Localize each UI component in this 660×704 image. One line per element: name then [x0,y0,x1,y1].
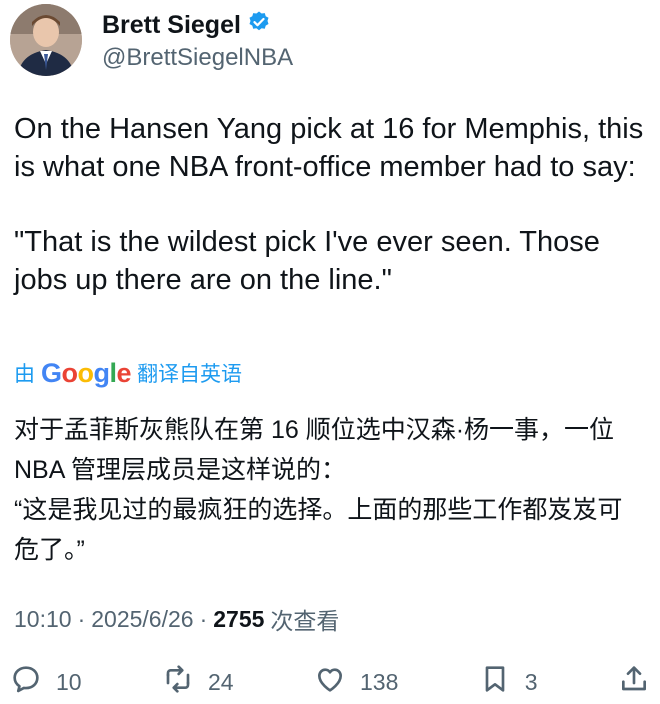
translation-attribution[interactable]: 由 Google 翻译自英语 [14,356,242,390]
tweet-date[interactable]: 2025/6/26 [91,606,193,633]
bookmark-icon [479,663,511,701]
action-bar: 10 24 138 3 [10,664,650,700]
bookmark-button[interactable]: 3 [479,663,538,701]
heart-icon [314,663,346,701]
translation-suffix: 翻译自英语 [137,363,243,386]
meta-separator: · [77,605,86,632]
repost-count: 24 [208,668,234,695]
like-button[interactable]: 138 [314,663,398,701]
author-handle[interactable]: @BrettSiegelNBA [102,44,293,72]
translated-line: 对于孟菲斯灰熊队在第 16 顺位选中汉森·杨一事，一位 [14,416,615,444]
repost-button[interactable]: 24 [162,663,234,701]
translated-text: 对于孟菲斯灰熊队在第 16 顺位选中汉森·杨一事，一位 NBA 管理层成员是这样… [14,410,650,570]
translated-line: 危了。” [14,536,85,564]
translated-line: “这是我见过的最疯狂的选择。上面的那些工作都岌岌可 [14,496,623,524]
share-button[interactable] [618,663,650,701]
translated-line: NBA 管理层成员是这样说的： [14,456,346,484]
avatar[interactable] [10,4,82,76]
tweet-header: Brett Siegel @BrettSiegelNBA [10,4,650,76]
tweet-time[interactable]: 10:10 [14,606,72,633]
tweet-paragraph: On the Hansen Yang pick at 16 for Memphi… [14,113,644,183]
reply-button[interactable]: 10 [10,663,82,701]
tweet-text: On the Hansen Yang pick at 16 for Memphi… [14,110,650,299]
bookmark-count: 3 [524,668,538,695]
tweet-meta: 10:10 · 2025/6/26 · 2755 次查看 [14,602,339,636]
views-count: 2755 [213,605,265,632]
tweet-quote-paragraph: "That is the wildest pick I've ever seen… [14,226,600,296]
views-label: 次查看 [270,608,340,634]
translation-prefix: 由 [14,363,35,386]
verified-badge-icon [247,10,271,41]
like-count: 138 [360,668,399,695]
google-logo: Google [41,357,132,388]
reply-count: 10 [56,668,82,695]
reply-icon [10,663,42,701]
repost-icon [162,663,194,701]
author-name[interactable]: Brett Siegel [102,11,241,40]
share-icon [618,663,650,701]
meta-separator: · [199,605,208,632]
author-name-row[interactable]: Brett Siegel [102,10,271,41]
